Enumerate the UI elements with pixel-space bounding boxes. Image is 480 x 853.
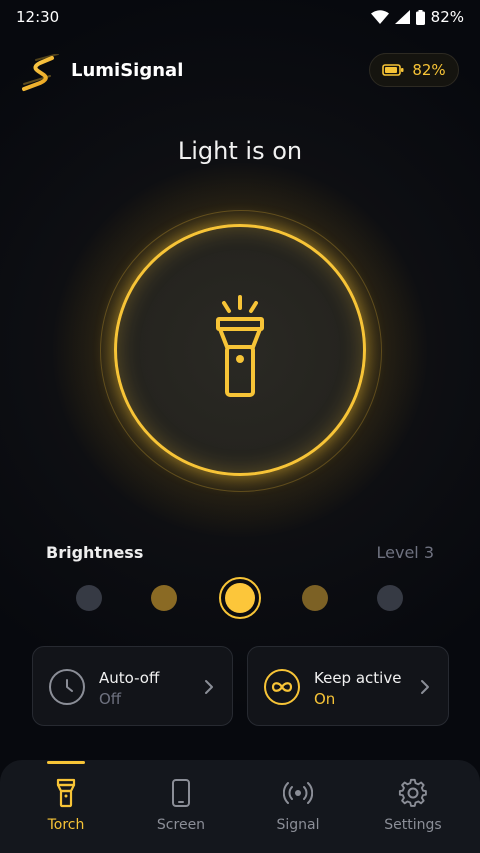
nav-label-screen: Screen [156,817,206,833]
infinity-icon [264,669,300,705]
broadcast-icon [283,782,313,804]
keep-active-card[interactable]: Keep active On [247,646,449,726]
cell-signal-icon [394,10,410,24]
keep-active-title: Keep active [314,669,402,687]
nav-label-signal: Signal [276,817,320,833]
bottom-navigation: Torch Screen Signal Settings [0,760,480,853]
keep-active-value: On [314,690,336,708]
flashlight-icon [216,295,264,397]
nav-item-torch[interactable]: Torch [6,760,126,853]
gear-icon [398,778,427,807]
nav-item-settings[interactable]: Settings [353,760,473,853]
battery-icon [415,9,425,25]
brightness-level-2[interactable] [151,585,177,611]
status-icons: 82% [370,8,464,26]
status-time: 12:30 [16,8,60,26]
battery-horizontal-icon [382,64,404,76]
brightness-level-text: Level 3 [376,543,435,562]
torch-toggle-button[interactable] [114,224,366,476]
torch-control [50,160,430,540]
app-screen: 12:30 82% LumiSignal 82% Light is on Bri… [0,0,480,853]
nav-label-settings: Settings [384,817,442,833]
nav-active-indicator [47,761,85,764]
flashlight-icon [56,778,76,808]
brightness-level-1[interactable] [76,585,102,611]
chevron-right-icon [421,680,429,694]
nav-label-torch: Torch [47,817,85,833]
brightness-level-4[interactable] [302,585,328,611]
status-battery-percent: 82% [430,8,464,26]
auto-off-card[interactable]: Auto-off Off [32,646,233,726]
app-logo-icon [22,54,59,91]
chevron-right-icon [205,680,213,694]
nav-item-screen[interactable]: Screen [121,760,241,853]
brightness-level-5[interactable] [377,585,403,611]
clock-icon [49,669,85,705]
auto-off-title: Auto-off [99,669,160,687]
nav-item-signal[interactable]: Signal [238,760,358,853]
brightness-level-3[interactable] [219,577,261,619]
auto-off-value: Off [99,690,122,708]
app-title: LumiSignal [71,60,184,81]
battery-chip-label: 82% [412,61,446,79]
phone-icon [172,779,190,807]
status-bar: 12:30 82% [0,0,480,34]
wifi-icon [370,10,389,24]
brightness-level-3-fill [225,583,255,613]
battery-status-chip[interactable]: 82% [369,53,459,87]
brightness-label: Brightness [46,543,144,562]
app-header: LumiSignal 82% [0,48,480,96]
